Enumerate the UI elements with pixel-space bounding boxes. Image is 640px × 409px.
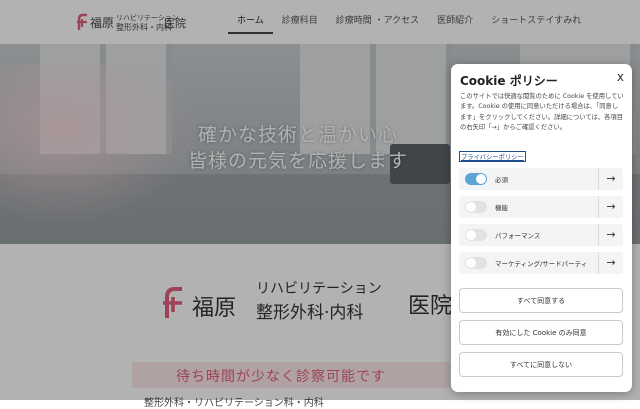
toggle-knob	[466, 258, 476, 268]
accept-all-button[interactable]: すべて同意する	[459, 288, 623, 313]
toggle-knob	[466, 230, 476, 240]
toggle-marketing[interactable]	[465, 257, 487, 269]
cookie-category-required: 必須 →	[459, 168, 623, 190]
toggle-knob	[476, 174, 486, 184]
cookie-category-performance: パフォーマンス →	[459, 224, 623, 246]
close-icon[interactable]: x	[617, 70, 624, 84]
toggle-performance[interactable]	[465, 229, 487, 241]
privacy-policy-link[interactable]: プライバシーポリシー	[459, 151, 526, 162]
arrow-right-icon[interactable]: →	[598, 168, 623, 190]
cookie-description: このサイトでは快適な閲覧のために Cookie を使用しています。Cookie …	[460, 93, 624, 131]
arrow-right-icon[interactable]: →	[598, 252, 623, 274]
accept-enabled-button[interactable]: 有効にした Cookie のみ同意	[459, 320, 623, 345]
cookie-dialog-title: Cookie ポリシー	[460, 74, 558, 88]
toggle-functional[interactable]	[465, 201, 487, 213]
arrow-right-icon[interactable]: →	[598, 196, 623, 218]
cookie-category-label: パフォーマンス	[495, 232, 541, 240]
cookie-category-marketing: マーケティング/サードパーティ →	[459, 252, 623, 274]
cookie-category-label: 機能	[495, 204, 508, 212]
cookie-category-label: マーケティング/サードパーティ	[495, 260, 588, 268]
cookie-category-functional: 機能 →	[459, 196, 623, 218]
cookie-policy-dialog: Cookie ポリシー x このサイトでは快適な閲覧のために Cookie を使…	[451, 64, 632, 392]
reject-all-button[interactable]: すべてに同意しない	[459, 352, 623, 377]
toggle-required[interactable]	[465, 173, 487, 185]
cookie-category-label: 必須	[495, 176, 508, 184]
toggle-knob	[466, 202, 476, 212]
arrow-right-icon[interactable]: →	[598, 224, 623, 246]
